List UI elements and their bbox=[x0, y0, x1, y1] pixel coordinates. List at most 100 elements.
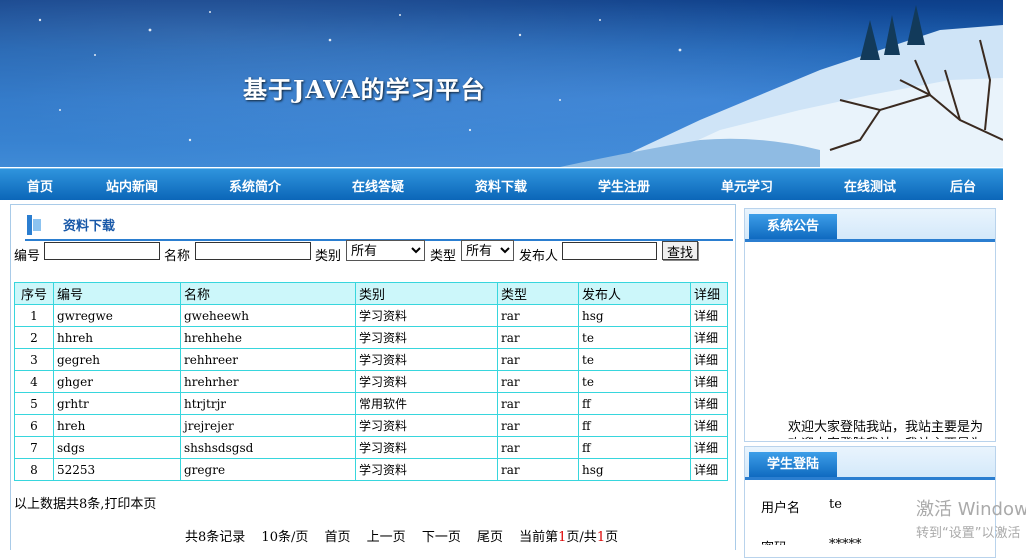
cell-type: rar bbox=[497, 348, 579, 371]
password-value[interactable]: ***** bbox=[829, 537, 862, 545]
table-row: 5 grhtr htrjtrjr 常用软件 rar ff 详细 bbox=[14, 392, 728, 415]
cell-code: hhreh bbox=[53, 326, 181, 349]
cell-index: 3 bbox=[14, 348, 54, 371]
nav-register[interactable]: 学生注册 bbox=[598, 176, 650, 195]
cell-name: rehhreer bbox=[180, 348, 356, 371]
detail-link[interactable]: 详细 bbox=[690, 304, 728, 327]
pager-next-link[interactable]: 下一页 bbox=[422, 530, 461, 545]
detail-link[interactable]: 详细 bbox=[690, 326, 728, 349]
cell-type: rar bbox=[497, 436, 579, 459]
cell-category: 学习资料 bbox=[355, 414, 498, 437]
cell-name: shshsdsgsd bbox=[180, 436, 356, 459]
pager-last-link[interactable]: 尾页 bbox=[477, 530, 503, 545]
nav-unit-learning[interactable]: 单元学习 bbox=[721, 176, 773, 195]
category-select[interactable]: 所有 bbox=[346, 240, 425, 261]
table-header-row: 序号 编号 名称 类别 类型 发布人 详细 bbox=[14, 282, 728, 305]
detail-link[interactable]: 详细 bbox=[690, 370, 728, 393]
pager-total: 共8条记录 bbox=[185, 530, 246, 545]
username-label: 用户名 bbox=[761, 501, 801, 516]
cell-category: 学习资料 bbox=[355, 370, 498, 393]
cell-publisher: hsg bbox=[578, 458, 691, 481]
cell-category: 学习资料 bbox=[355, 326, 498, 349]
pager-current-mid: 页/共 bbox=[566, 530, 597, 545]
cell-code: ghger bbox=[53, 370, 181, 393]
type-select[interactable]: 所有 bbox=[461, 240, 514, 261]
pager-per-page: 10条/页 bbox=[261, 530, 309, 545]
cell-publisher: hsg bbox=[578, 304, 691, 327]
cell-index: 1 bbox=[14, 304, 54, 327]
cell-publisher: ff bbox=[578, 414, 691, 437]
activation-watermark-hint: 转到“设置”以激活 bbox=[916, 526, 1021, 541]
search-button[interactable]: 查找 bbox=[662, 241, 698, 260]
main-navigation: 首页 站内新闻 系统简介 在线答疑 资料下载 学生注册 单元学习 在线测试 后台 bbox=[0, 168, 1003, 200]
nav-home[interactable]: 首页 bbox=[27, 176, 53, 195]
nav-about[interactable]: 系统简介 bbox=[229, 176, 281, 195]
detail-link[interactable]: 详细 bbox=[690, 392, 728, 415]
table-row: 8 52253 gregre 学习资料 rar hsg 详细 bbox=[14, 458, 728, 481]
cell-type: rar bbox=[497, 414, 579, 437]
table-row: 1 gwregwe gweheewh 学习资料 rar hsg 详细 bbox=[14, 304, 728, 327]
login-header: 学生登陆 bbox=[745, 447, 995, 480]
publisher-label: 发布人 bbox=[519, 249, 559, 264]
cell-category: 学习资料 bbox=[355, 304, 498, 327]
header-banner: 基于JAVA的学习平台 bbox=[0, 0, 1003, 167]
cell-index: 2 bbox=[14, 326, 54, 349]
notice-title: 系统公告 bbox=[749, 214, 837, 239]
nav-downloads[interactable]: 资料下载 bbox=[475, 176, 527, 195]
cell-publisher: ff bbox=[578, 436, 691, 459]
detail-link[interactable]: 详细 bbox=[690, 414, 728, 437]
cell-code: grhtr bbox=[53, 392, 181, 415]
cell-index: 6 bbox=[14, 414, 54, 437]
cell-code: sdgs bbox=[53, 436, 181, 459]
cell-name: gweheewh bbox=[180, 304, 356, 327]
publisher-input[interactable] bbox=[562, 242, 657, 260]
download-table: 序号 编号 名称 类别 类型 发布人 详细 1 gwregwe gweheewh 学习… bbox=[14, 282, 728, 481]
nav-news[interactable]: 站内新闻 bbox=[106, 176, 158, 195]
cell-type: rar bbox=[497, 304, 579, 327]
notice-header: 系统公告 bbox=[745, 209, 995, 242]
cell-index: 4 bbox=[14, 370, 54, 393]
section-header: 资料下载 bbox=[25, 213, 733, 241]
cell-category: 学习资料 bbox=[355, 458, 498, 481]
detail-link[interactable]: 详细 bbox=[690, 348, 728, 371]
cell-code: gegreh bbox=[53, 348, 181, 371]
cell-publisher: te bbox=[578, 326, 691, 349]
col-header-name: 名称 bbox=[180, 282, 356, 305]
col-header-index: 序号 bbox=[14, 282, 54, 305]
notice-scroll-text-2: 欢迎大家登陆我站，我站主要是为 bbox=[788, 433, 983, 439]
col-header-type: 类型 bbox=[497, 282, 579, 305]
table-row: 2 hhreh hrehhehe 学习资料 rar te 详细 bbox=[14, 326, 728, 349]
detail-link[interactable]: 详细 bbox=[690, 436, 728, 459]
category-label: 类别 bbox=[315, 249, 342, 264]
cell-type: rar bbox=[497, 326, 579, 349]
winter-scene-image bbox=[38, 5, 1003, 167]
pager-first-link[interactable]: 首页 bbox=[325, 530, 351, 545]
login-title: 学生登陆 bbox=[749, 452, 837, 477]
name-label: 名称 bbox=[164, 249, 191, 264]
cell-category: 学习资料 bbox=[355, 436, 498, 459]
detail-link[interactable]: 详细 bbox=[690, 458, 728, 481]
pager-current-suffix: 页 bbox=[605, 530, 619, 545]
cell-type: rar bbox=[497, 370, 579, 393]
code-input[interactable] bbox=[44, 242, 160, 260]
password-label: 密码 bbox=[761, 537, 787, 545]
pager-prev-link[interactable]: 上一页 bbox=[367, 530, 406, 545]
nav-admin[interactable]: 后台 bbox=[950, 176, 976, 195]
site-title: 基于JAVA的学习平台 bbox=[243, 75, 486, 104]
summary-text[interactable]: 以上数据共8条,打印本页 bbox=[14, 493, 156, 512]
cell-code: hreh bbox=[53, 414, 181, 437]
username-value[interactable]: te bbox=[829, 497, 842, 512]
cell-type: rar bbox=[497, 392, 579, 415]
table-row: 6 hreh jrejrejer 学习资料 rar ff 详细 bbox=[14, 414, 728, 437]
nav-qa[interactable]: 在线答疑 bbox=[352, 176, 404, 195]
pager-current: 当前第1页/共1页 bbox=[519, 530, 618, 545]
cell-name: htrjtrjr bbox=[180, 392, 356, 415]
cell-publisher: ff bbox=[578, 392, 691, 415]
cell-publisher: te bbox=[578, 348, 691, 371]
activation-watermark: 激活 Windows bbox=[916, 499, 1026, 520]
cell-name: gregre bbox=[180, 458, 356, 481]
table-row: 7 sdgs shshsdsgsd 学习资料 rar ff 详细 bbox=[14, 436, 728, 459]
nav-online-test[interactable]: 在线测试 bbox=[844, 176, 896, 195]
section-marker-icon bbox=[27, 215, 32, 235]
name-input[interactable] bbox=[195, 242, 311, 260]
